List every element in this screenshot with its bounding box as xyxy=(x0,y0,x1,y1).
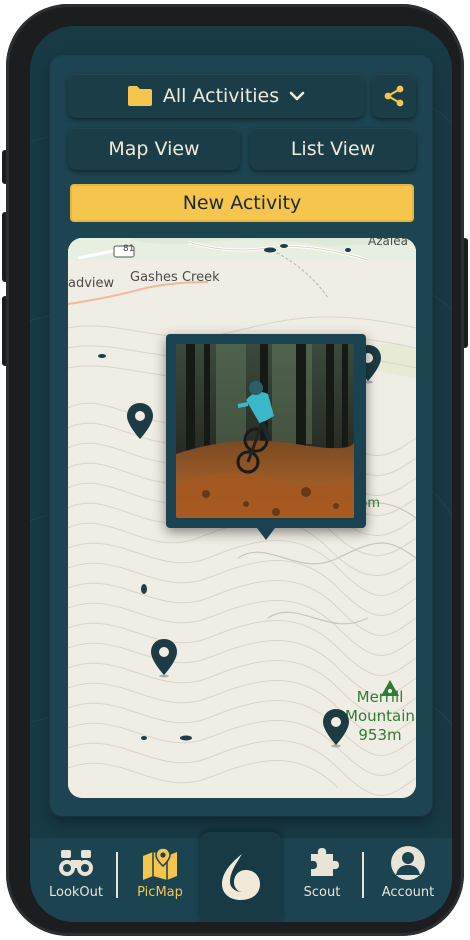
place-label-azalea: Azalea xyxy=(368,238,408,248)
road-number: 81 xyxy=(123,244,135,254)
nav-divider xyxy=(116,852,118,898)
list-view-label: List View xyxy=(290,138,376,160)
puzzle-icon xyxy=(311,848,339,876)
activities-filter-dropdown[interactable]: All Activities xyxy=(68,74,364,118)
share-icon xyxy=(384,85,404,107)
map-pin-icon[interactable] xyxy=(322,708,350,748)
folder-icon xyxy=(127,86,152,106)
app-logo-icon xyxy=(222,854,260,900)
app-screen: All Activities Map View List View New Ac… xyxy=(30,26,452,922)
nav-label-picmap: PicMap xyxy=(137,885,183,900)
tab-list-view[interactable]: List View xyxy=(250,128,416,170)
activity-map[interactable]: 81 Gashes Creek adview Azalea 5p..., 5oo… xyxy=(68,238,416,798)
nav-item-account[interactable]: Account xyxy=(370,838,446,910)
nav-item-lookout[interactable]: LookOut xyxy=(40,838,112,910)
place-label-gashes-creek: Gashes Creek xyxy=(130,270,220,285)
nav-label-lookout: LookOut xyxy=(48,885,104,900)
nav-divider xyxy=(362,852,364,898)
filter-label: All Activities xyxy=(162,85,280,107)
photo-icon xyxy=(176,344,354,518)
place-label-adview: adview xyxy=(68,276,115,291)
activity-popup[interactable] xyxy=(166,334,366,540)
popup-pointer xyxy=(254,524,278,540)
nav-item-scout[interactable]: Scout xyxy=(286,838,358,910)
user-avatar-icon xyxy=(391,846,425,880)
nav-item-home[interactable] xyxy=(200,832,282,922)
map-view-label: Map View xyxy=(108,138,200,160)
tab-map-view[interactable]: Map View xyxy=(68,128,240,170)
folded-map-pin-icon xyxy=(143,847,177,880)
binoculars-icon xyxy=(59,850,93,876)
phone-frame: All Activities Map View List View New Ac… xyxy=(6,4,464,936)
nav-label-account: Account xyxy=(381,885,435,900)
new-activity-button[interactable]: New Activity xyxy=(70,184,414,222)
share-button[interactable] xyxy=(372,74,416,118)
chevron-down-icon xyxy=(289,91,305,101)
new-activity-label: New Activity xyxy=(182,192,302,214)
nav-item-picmap[interactable]: PicMap xyxy=(124,838,196,910)
activity-photo[interactable] xyxy=(176,344,354,518)
mountain-name-line1: Merrill xyxy=(356,688,404,706)
map-pin-icon[interactable] xyxy=(150,638,178,678)
nav-label-scout: Scout xyxy=(303,885,341,900)
map-pin-icon[interactable] xyxy=(126,402,154,442)
